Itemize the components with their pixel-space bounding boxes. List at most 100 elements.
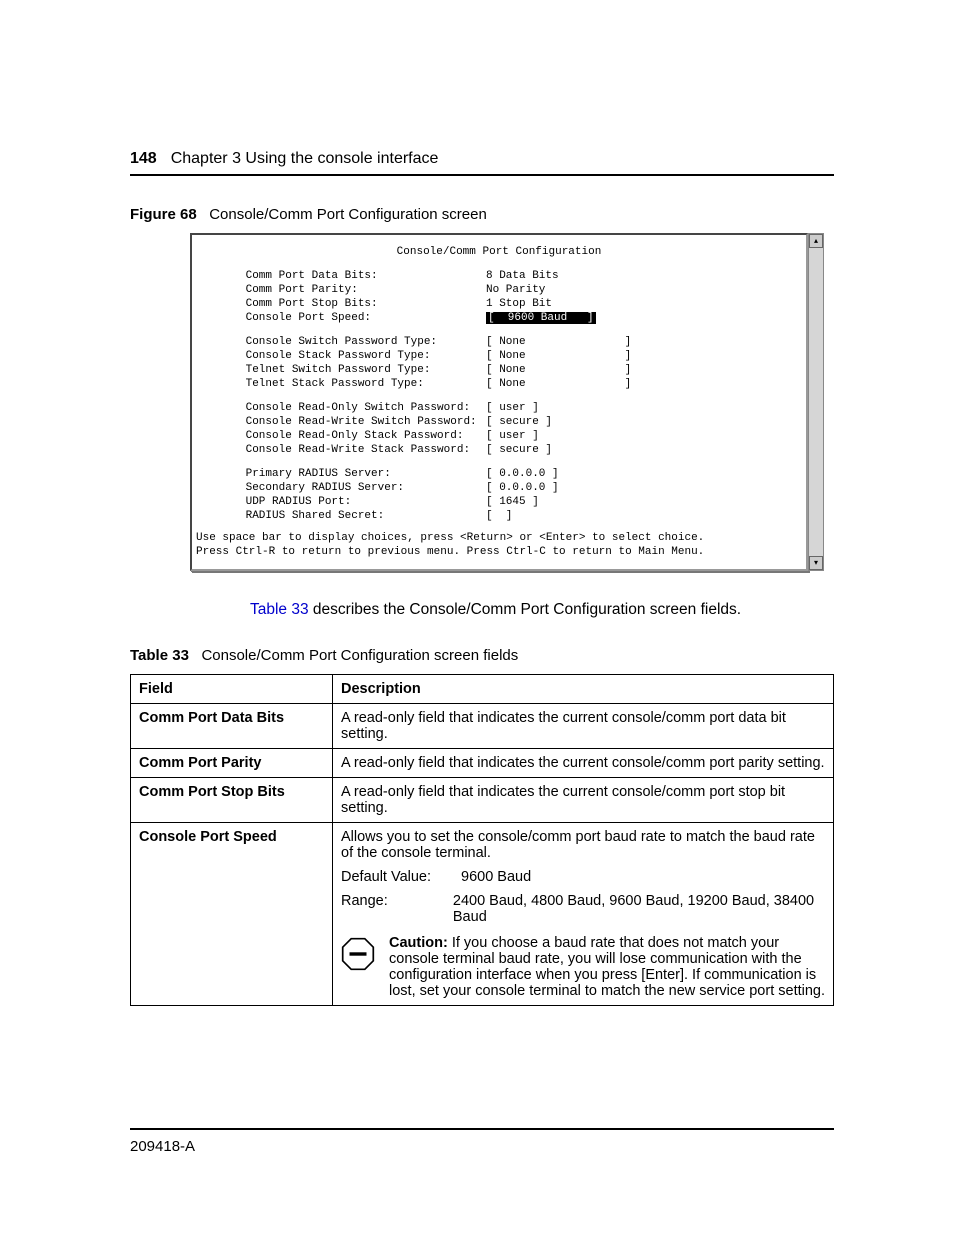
figure-caption: Figure 68 Console/Comm Port Configuratio… — [130, 206, 834, 223]
field-name: Comm Port Data Bits — [131, 704, 333, 749]
terminal-row: Console Read-Only Stack Password:[ user … — [206, 429, 792, 443]
field-name: Comm Port Parity — [131, 749, 333, 778]
terminal-body: Comm Port Data Bits:8 Data Bits Comm Por… — [192, 269, 806, 523]
terminal-field-value: [ 0.0.0.0 ] — [486, 467, 559, 481]
terminal-row: Console Port Speed:[ 9600 Baud ] — [206, 311, 792, 325]
table-title: Console/Comm Port Configuration screen f… — [201, 647, 518, 664]
terminal-field-label: Primary RADIUS Server: — [206, 467, 486, 481]
table-row: Console Port SpeedAllows you to set the … — [131, 823, 834, 1006]
scroll-up-icon[interactable]: ▴ — [809, 234, 823, 248]
terminal-field-label: RADIUS Shared Secret: — [206, 509, 486, 523]
terminal-field-label: Console Read-Only Switch Password: — [206, 401, 486, 415]
terminal-field-label: Console Read-Only Stack Password: — [206, 429, 486, 443]
footer-rule — [130, 1128, 834, 1130]
range-row: Range:2400 Baud, 4800 Baud, 9600 Baud, 1… — [341, 893, 825, 925]
terminal-row: Console Read-Write Stack Password:[ secu… — [206, 443, 792, 457]
caution-icon — [341, 937, 375, 971]
caution-row: Caution: If you choose a baud rate that … — [341, 935, 825, 999]
fields-table: Field Description Comm Port Data BitsA r… — [130, 674, 834, 1006]
terminal-field-value: [ None ] — [486, 377, 631, 391]
table-label: Table 33 — [130, 647, 189, 664]
help-line-2: Press Ctrl-R to return to previous menu.… — [196, 545, 802, 559]
terminal-field-label: Console Read-Write Switch Password: — [206, 415, 486, 429]
terminal-row: Telnet Switch Password Type:[ None ] — [206, 363, 792, 377]
col-desc: Description — [333, 675, 834, 704]
body-rest: describes the Console/Comm Port Configur… — [309, 601, 741, 618]
body-paragraph: Table 33 describes the Console/Comm Port… — [250, 601, 834, 619]
scroll-down-icon[interactable]: ▾ — [809, 556, 823, 570]
field-desc: Allows you to set the console/comm port … — [333, 823, 834, 1006]
terminal-field-label: Console Stack Password Type: — [206, 349, 486, 363]
field-name: Comm Port Stop Bits — [131, 778, 333, 823]
figure-label: Figure 68 — [130, 206, 197, 223]
page-number: 148 — [130, 150, 157, 168]
terminal-field-label: Console Port Speed: — [206, 311, 486, 325]
screenshot-container: Console/Comm Port Configuration Comm Por… — [190, 233, 824, 571]
speed-desc: Allows you to set the console/comm port … — [341, 829, 825, 861]
terminal-row: Secondary RADIUS Server:[ 0.0.0.0 ] — [206, 481, 792, 495]
terminal-field-value: 1 Stop Bit — [486, 297, 552, 311]
terminal-field-label: Telnet Switch Password Type: — [206, 363, 486, 377]
running-header: 148 Chapter 3 Using the console interfac… — [130, 150, 834, 168]
terminal-field-value: [ None ] — [486, 349, 631, 363]
terminal-row: Comm Port Data Bits:8 Data Bits — [206, 269, 792, 283]
terminal-field-label: Comm Port Data Bits: — [206, 269, 486, 283]
range-value: 2400 Baud, 4800 Baud, 9600 Baud, 19200 B… — [453, 893, 825, 925]
terminal-row: Console Read-Only Switch Password:[ user… — [206, 401, 792, 415]
table-header-row: Field Description — [131, 675, 834, 704]
terminal-field-value: [ secure ] — [486, 415, 552, 429]
range-label: Range: — [341, 893, 453, 925]
figure-title: Console/Comm Port Configuration screen — [209, 206, 487, 223]
terminal-row: Primary RADIUS Server:[ 0.0.0.0 ] — [206, 467, 792, 481]
terminal-row: Telnet Stack Password Type:[ None ] — [206, 377, 792, 391]
table-row: Comm Port Data BitsA read-only field tha… — [131, 704, 834, 749]
terminal-field-label: Telnet Stack Password Type: — [206, 377, 486, 391]
terminal-field-label: Console Switch Password Type: — [206, 335, 486, 349]
terminal-row: Comm Port Stop Bits:1 Stop Bit — [206, 297, 792, 311]
document-id: 209418-A — [130, 1138, 834, 1155]
default-row: Default Value:9600 Baud — [341, 869, 825, 885]
terminal-field-label: Secondary RADIUS Server: — [206, 481, 486, 495]
terminal-field-value: [ secure ] — [486, 443, 552, 457]
terminal-row: Console Stack Password Type:[ None ] — [206, 349, 792, 363]
terminal-field-value: [ 9600 Baud ] — [486, 311, 596, 325]
terminal-field-value: [ 1645 ] — [486, 495, 539, 509]
terminal-field-label: Comm Port Parity: — [206, 283, 486, 297]
terminal-field-value: [ ] — [486, 509, 512, 523]
terminal-row: Comm Port Parity:No Parity — [206, 283, 792, 297]
table-row: Comm Port ParityA read-only field that i… — [131, 749, 834, 778]
default-value: 9600 Baud — [461, 869, 531, 885]
field-desc: A read-only field that indicates the cur… — [333, 704, 834, 749]
default-label: Default Value: — [341, 869, 461, 885]
terminal-window: Console/Comm Port Configuration Comm Por… — [190, 233, 808, 571]
terminal-field-value: 8 Data Bits — [486, 269, 559, 283]
table-row: Comm Port Stop BitsA read-only field tha… — [131, 778, 834, 823]
caution-text: Caution: If you choose a baud rate that … — [389, 935, 825, 999]
terminal-field-value: [ user ] — [486, 401, 539, 415]
terminal-field-label: UDP RADIUS Port: — [206, 495, 486, 509]
field-desc: A read-only field that indicates the cur… — [333, 749, 834, 778]
scrollbar[interactable]: ▴ ▾ — [808, 233, 824, 571]
table-link[interactable]: Table 33 — [250, 601, 309, 618]
page: 148 Chapter 3 Using the console interfac… — [0, 0, 954, 1235]
help-line-1: Use space bar to display choices, press … — [196, 531, 802, 545]
terminal-field-value: [ user ] — [486, 429, 539, 443]
table-caption: Table 33 Console/Comm Port Configuration… — [130, 647, 834, 664]
terminal-field-label: Comm Port Stop Bits: — [206, 297, 486, 311]
terminal-field-value: [ 0.0.0.0 ] — [486, 481, 559, 495]
terminal-field-value: [ None ] — [486, 335, 631, 349]
terminal-field-value: No Parity — [486, 283, 545, 297]
footer: 209418-A — [130, 1120, 834, 1155]
terminal-row: Console Read-Write Switch Password:[ sec… — [206, 415, 792, 429]
field-name: Console Port Speed — [131, 823, 333, 1006]
field-desc: A read-only field that indicates the cur… — [333, 778, 834, 823]
terminal-row: Console Switch Password Type:[ None ] — [206, 335, 792, 349]
col-field: Field — [131, 675, 333, 704]
terminal-field-value: [ None ] — [486, 363, 631, 377]
terminal-row: UDP RADIUS Port:[ 1645 ] — [206, 495, 792, 509]
terminal-row: RADIUS Shared Secret:[ ] — [206, 509, 792, 523]
terminal-title: Console/Comm Port Configuration — [192, 245, 806, 259]
terminal-field-label: Console Read-Write Stack Password: — [206, 443, 486, 457]
terminal-help: Use space bar to display choices, press … — [192, 531, 806, 559]
selected-value[interactable]: [ 9600 Baud ] — [486, 312, 596, 324]
